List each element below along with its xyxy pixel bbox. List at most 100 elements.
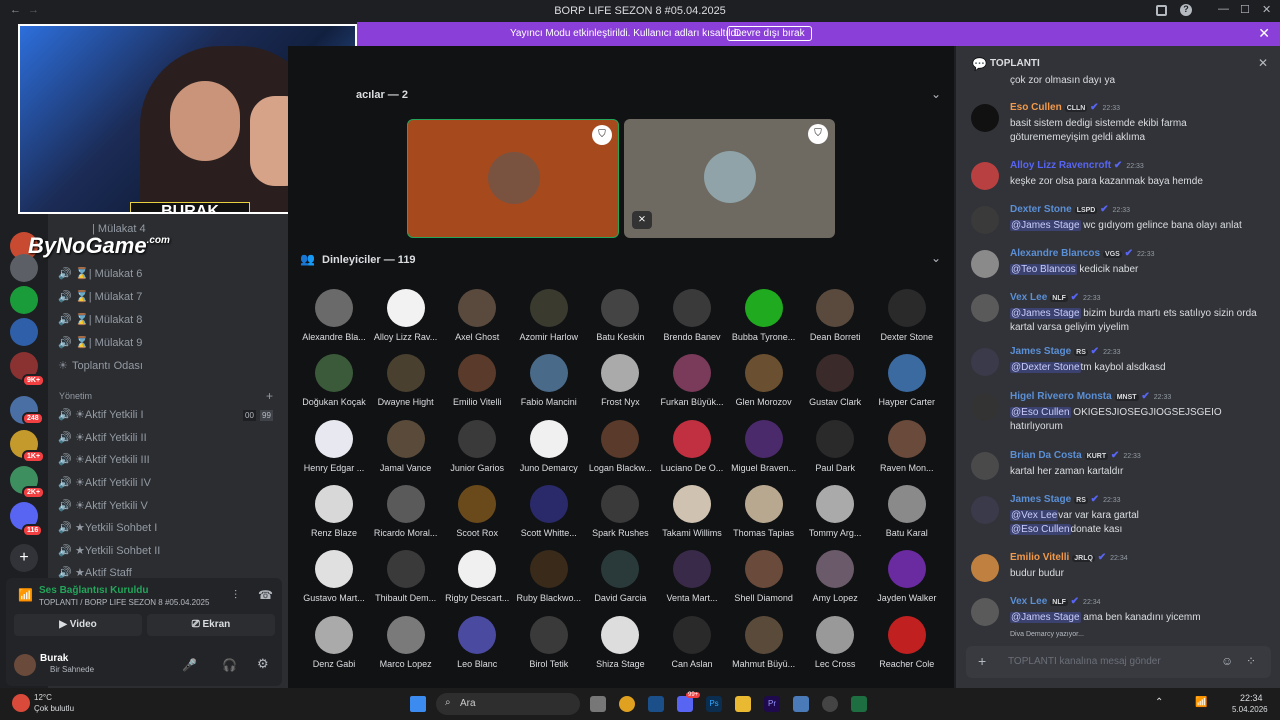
listener-item[interactable]: Thibault Dem...: [370, 550, 442, 603]
steam-icon[interactable]: [648, 696, 664, 712]
video-button[interactable]: ▶ Video: [14, 614, 142, 636]
listener-item[interactable]: Amy Lopez: [799, 550, 871, 603]
add-attachment-icon[interactable]: +: [978, 653, 986, 669]
listener-item[interactable]: Alloy Lizz Rav...: [370, 289, 442, 342]
avatar[interactable]: [971, 554, 999, 582]
message-input[interactable]: + TOPLANTI kanalına mesaj gönder ☺ ⁘: [966, 646, 1271, 678]
listener-item[interactable]: Furkan Büyük...: [656, 354, 728, 407]
listener-item[interactable]: Logan Blackw...: [584, 419, 656, 473]
avatar[interactable]: [971, 598, 999, 626]
avatar[interactable]: [971, 206, 999, 234]
help-icon[interactable]: ?: [1180, 4, 1192, 16]
clock-time[interactable]: 22:34: [1240, 693, 1263, 703]
listener-item[interactable]: Birol Tetik: [513, 615, 585, 669]
emoji-icon[interactable]: ☺: [1221, 654, 1233, 668]
listener-item[interactable]: Jayden Walker: [871, 550, 943, 603]
category-yonetim[interactable]: Yönetim: [59, 391, 92, 401]
premiere-icon[interactable]: Pr: [764, 696, 780, 712]
listener-item[interactable]: Hayper Carter: [871, 354, 943, 407]
listener-item[interactable]: Doğukan Koçak: [298, 354, 370, 407]
channel-mulakat-7[interactable]: 🔊 ⌛| Mülakat 7: [58, 290, 283, 310]
obs-icon[interactable]: [822, 696, 838, 712]
apps-icon[interactable]: ⁘: [1246, 654, 1256, 668]
disable-streamer-mode-button[interactable]: Devre dışı bırak: [727, 26, 812, 41]
listener-item[interactable]: Reacher Cole: [871, 615, 943, 669]
channel-mulakat-8[interactable]: 🔊 ⌛| Mülakat 8: [58, 313, 283, 333]
close-chat-icon[interactable]: ✕: [1258, 56, 1268, 70]
listener-item[interactable]: Miguel Braven...: [728, 419, 800, 473]
listener-item[interactable]: Mahmut Büyü...: [728, 615, 800, 669]
mic-icon[interactable]: 🎤: [182, 658, 197, 672]
avatar[interactable]: [971, 393, 999, 421]
channel-mulakat-6[interactable]: 🔊 ⌛| Mülakat 6: [58, 267, 283, 287]
listener-item[interactable]: Tommy Arg...: [799, 484, 871, 538]
listener-item[interactable]: Leo Blanc: [441, 615, 513, 669]
listener-item[interactable]: David Garcia: [584, 550, 656, 603]
listener-item[interactable]: Renz Blaze: [298, 484, 370, 538]
author-name[interactable]: James Stage: [1010, 346, 1071, 357]
listener-item[interactable]: Denz Gabi: [298, 615, 370, 669]
inbox-icon[interactable]: [1156, 5, 1167, 16]
channel-toplanti-odasi[interactable]: ☀ Toplantı Odası: [58, 359, 283, 379]
headphones-icon[interactable]: 🎧: [222, 658, 237, 672]
chevron-down-icon[interactable]: ⌄: [931, 87, 941, 101]
weather-icon[interactable]: [12, 694, 30, 712]
listener-item[interactable]: Raven Mon...: [871, 419, 943, 473]
listener-item[interactable]: Batu Keskin: [584, 289, 656, 342]
listener-item[interactable]: Gustavo Mart...: [298, 550, 370, 603]
close-banner-icon[interactable]: ✕: [1258, 25, 1270, 42]
listener-item[interactable]: Scott Whitte...: [513, 484, 585, 538]
listener-item[interactable]: Rigby Descart...: [441, 550, 513, 603]
screen-share-button[interactable]: ⎚ Ekran: [147, 614, 275, 636]
chevron-down-icon[interactable]: ⌄: [931, 251, 941, 265]
discord-icon[interactable]: [677, 696, 693, 712]
listener-item[interactable]: Brendo Banev: [656, 289, 728, 342]
task-view-icon[interactable]: [590, 696, 606, 712]
speaker-tile[interactable]: ⛉: [407, 119, 619, 238]
listener-item[interactable]: Gustav Clark: [799, 354, 871, 407]
excel-icon[interactable]: [851, 696, 867, 712]
user-mention[interactable]: @James Stage: [1010, 220, 1081, 231]
wifi-icon[interactable]: 📶: [1195, 697, 1207, 708]
author-name[interactable]: Vex Lee: [1010, 596, 1047, 607]
listener-item[interactable]: Paul Dark: [799, 419, 871, 473]
listener-item[interactable]: Azomir Harlow: [513, 289, 585, 342]
server-icon[interactable]: [10, 318, 38, 346]
author-name[interactable]: Higel Riveero Monsta: [1010, 391, 1112, 402]
add-channel-icon[interactable]: +: [266, 389, 273, 403]
author-name[interactable]: Vex Lee: [1010, 292, 1047, 303]
minimize-icon[interactable]: —: [1218, 3, 1229, 15]
listener-item[interactable]: Dean Borreti: [799, 289, 871, 342]
voice-channel[interactable]: TOPLANTI / BORP LIFE SEZON 8 #05.04.2025: [39, 598, 209, 607]
listener-item[interactable]: Frost Nyx: [584, 354, 656, 407]
channel-aktif-yetkili-4[interactable]: 🔊 ☀Aktif Yetkili IV: [58, 476, 283, 496]
listener-item[interactable]: Juno Demarcy: [513, 419, 585, 473]
author-name[interactable]: Emilio Vitelli: [1010, 552, 1069, 563]
author-name[interactable]: Alexandre Blancos: [1010, 248, 1100, 259]
channel-mulakat-9[interactable]: 🔊 ⌛| Mülakat 9: [58, 336, 283, 356]
disconnect-icon[interactable]: ☎: [258, 588, 273, 602]
avatar[interactable]: [971, 348, 999, 376]
app-icon[interactable]: [793, 696, 809, 712]
channel-aktif-yetkili-3[interactable]: 🔊 ☀Aktif Yetkili III: [58, 453, 283, 473]
avatar[interactable]: [971, 452, 999, 480]
avatar[interactable]: [971, 496, 999, 524]
listener-item[interactable]: Ruby Blackwo...: [513, 550, 585, 603]
avatar[interactable]: [971, 104, 999, 132]
listener-item[interactable]: Fabio Mancini: [513, 354, 585, 407]
channel-aktif-yetkili-5[interactable]: 🔊 ☀Aktif Yetkili V: [58, 499, 283, 519]
listener-item[interactable]: Takami Willims: [656, 484, 728, 538]
author-name[interactable]: Eso Cullen: [1010, 102, 1062, 113]
explorer-icon[interactable]: [735, 696, 751, 712]
user-mention[interactable]: @Eso Cullen: [1010, 524, 1071, 535]
channel-mulakat-4-partial[interactable]: | Mülakat 4: [92, 223, 146, 235]
listener-item[interactable]: Alexandre Bla...: [298, 289, 370, 342]
listener-item[interactable]: Can Aslan: [656, 615, 728, 669]
user-mention[interactable]: @James Stage: [1010, 308, 1081, 319]
listener-item[interactable]: Bubba Tyrone...: [728, 289, 800, 342]
listener-item[interactable]: Lec Cross: [799, 615, 871, 669]
chrome-icon[interactable]: [619, 696, 635, 712]
speaker-tile[interactable]: ⛉ ⨯: [624, 119, 835, 238]
author-name[interactable]: Dexter Stone: [1010, 204, 1072, 215]
listener-item[interactable]: Scoot Rox: [441, 484, 513, 538]
